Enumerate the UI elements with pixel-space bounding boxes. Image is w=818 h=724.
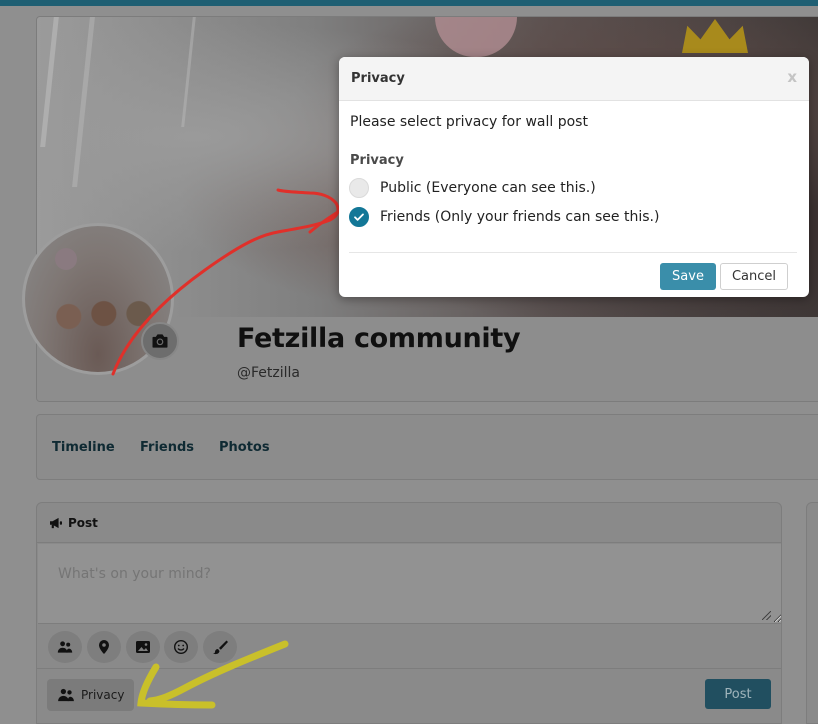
add-location-button[interactable]	[87, 631, 121, 663]
image-icon	[136, 641, 150, 653]
tag-friends-button[interactable]	[48, 631, 82, 663]
privacy-option-friends[interactable]: Friends (Only your friends can see this.…	[349, 207, 659, 227]
post-toolbar	[37, 625, 781, 669]
modal-title: Privacy	[351, 71, 405, 86]
post-composer: Post What's on your mind? Privacy Post	[36, 502, 782, 724]
privacy-option-public[interactable]: Public (Everyone can see this.)	[349, 178, 596, 198]
resize-handle[interactable]	[762, 611, 771, 620]
users-icon	[57, 641, 73, 653]
cancel-button[interactable]: Cancel	[720, 263, 788, 290]
cover-decoration	[72, 17, 95, 187]
megaphone-icon	[50, 517, 62, 529]
tab-timeline[interactable]: Timeline	[52, 440, 115, 455]
radio-button[interactable]	[349, 178, 369, 198]
avatar-decoration	[55, 248, 77, 270]
cover-decoration	[181, 17, 196, 127]
radio-button[interactable]	[349, 207, 369, 227]
tab-friends[interactable]: Friends	[140, 440, 194, 455]
add-emoji-button[interactable]	[164, 631, 198, 663]
modal-header: Privacy x	[339, 57, 809, 101]
brush-icon	[213, 640, 228, 655]
close-button[interactable]: x	[787, 68, 797, 86]
cover-decoration	[435, 17, 517, 57]
checkmark-icon	[354, 213, 364, 221]
privacy-modal: Privacy x Please select privacy for wall…	[339, 57, 809, 297]
profile-tabs: Timeline Friends Photos	[36, 414, 818, 480]
profile-name: Fetzilla community	[237, 323, 521, 354]
save-button[interactable]: Save	[660, 263, 716, 290]
modal-message: Please select privacy for wall post	[350, 114, 588, 130]
map-marker-icon	[99, 640, 109, 654]
privacy-button-label: Privacy	[81, 688, 125, 702]
sidebar-card	[806, 502, 818, 724]
cover-decoration	[682, 19, 748, 53]
post-submit-button[interactable]: Post	[705, 679, 771, 709]
profile-handle: @Fetzilla	[237, 365, 300, 381]
add-color-button[interactable]	[203, 631, 237, 663]
privacy-option-label: Public (Everyone can see this.)	[380, 180, 596, 196]
privacy-field-label: Privacy	[350, 153, 404, 168]
privacy-button[interactable]: Privacy	[47, 679, 135, 711]
modal-divider	[349, 252, 797, 253]
tab-photos[interactable]: Photos	[219, 440, 270, 455]
change-avatar-button[interactable]	[141, 322, 179, 360]
post-text-input[interactable]	[38, 544, 781, 624]
top-bar	[0, 0, 818, 6]
post-header-label: Post	[68, 516, 98, 530]
privacy-option-label: Friends (Only your friends can see this.…	[380, 209, 660, 225]
add-photo-button[interactable]	[126, 631, 160, 663]
users-icon	[58, 688, 74, 702]
camera-icon	[152, 334, 168, 348]
smile-icon	[173, 639, 189, 655]
post-header: Post	[37, 503, 781, 543]
cover-decoration	[40, 17, 59, 147]
